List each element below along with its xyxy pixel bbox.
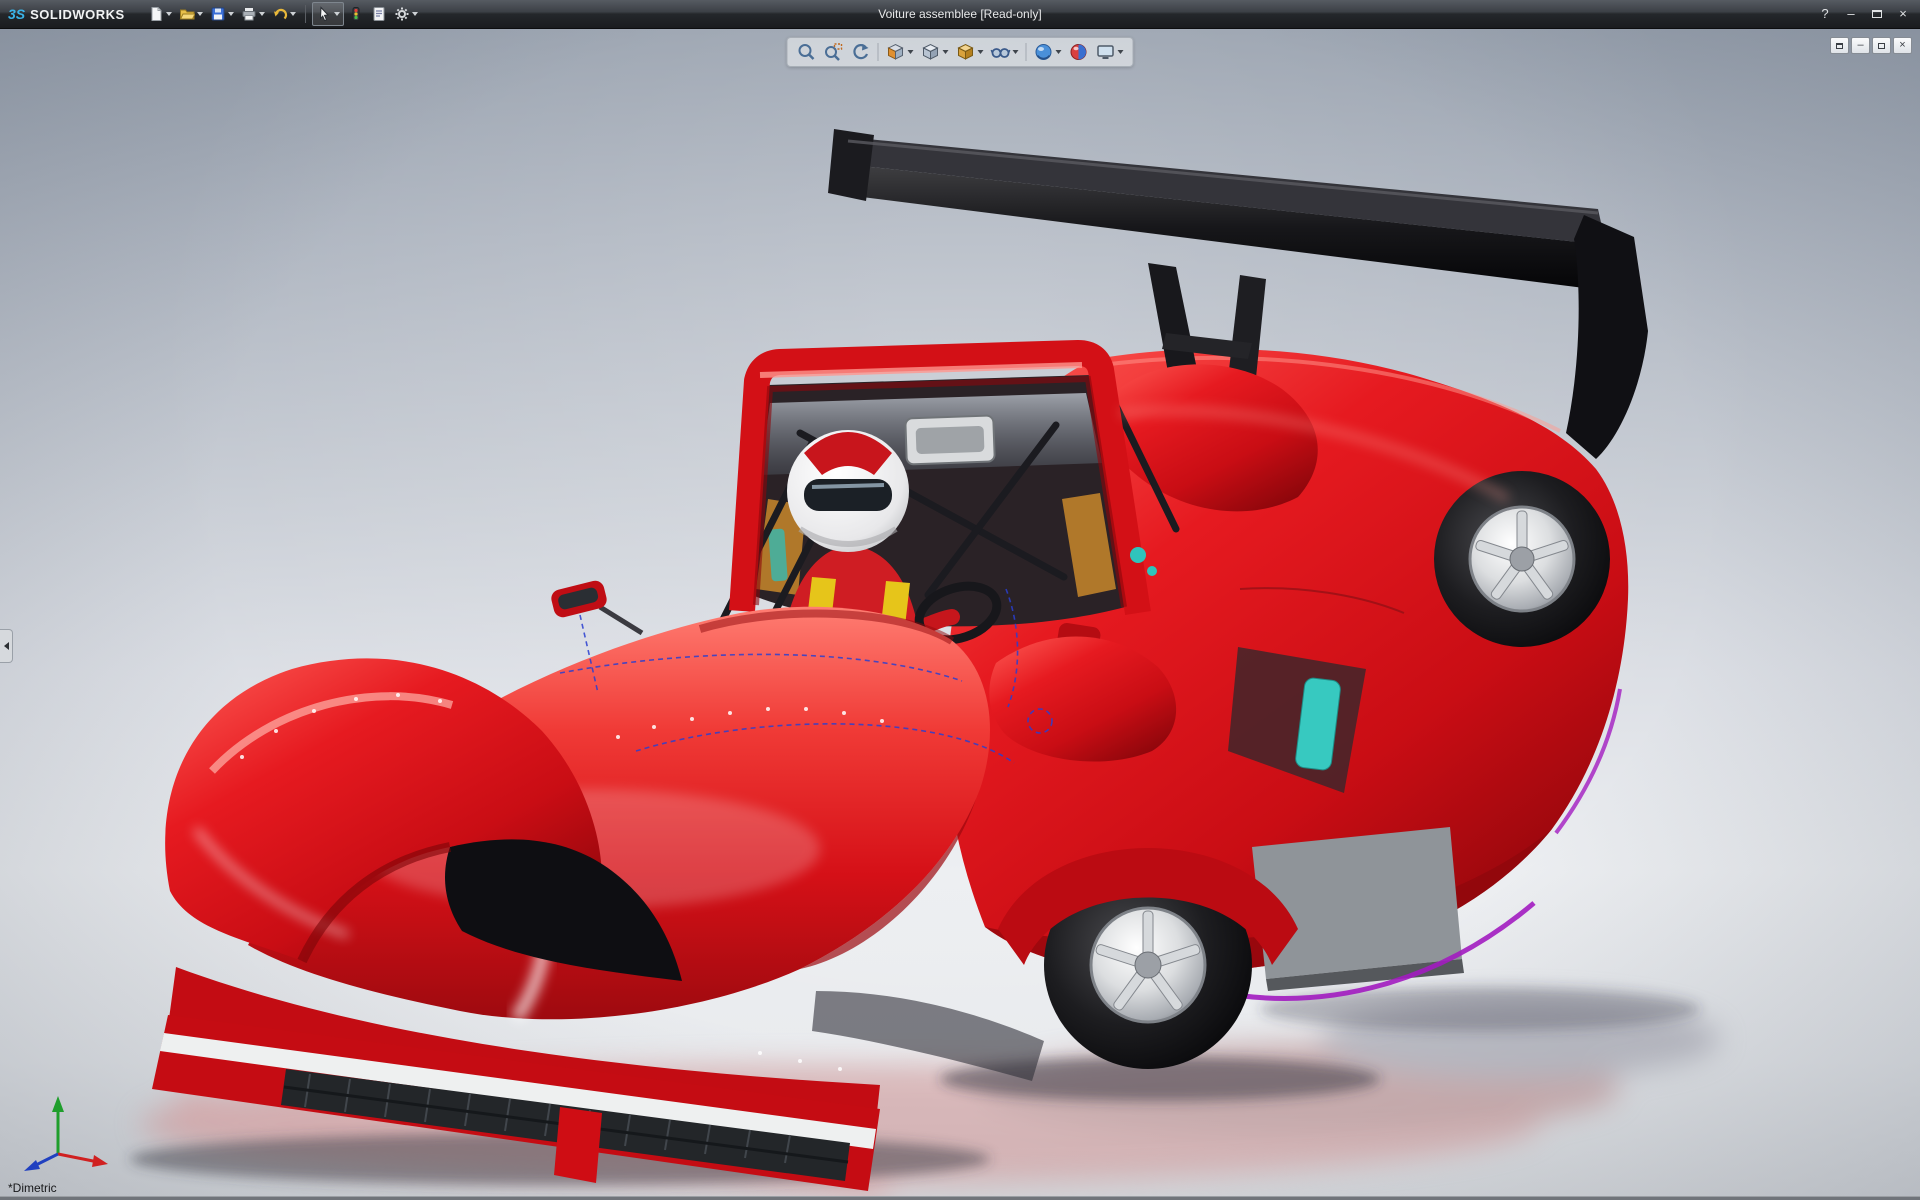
print-icon <box>241 6 257 22</box>
edit-appearance-ball-icon <box>1069 42 1089 62</box>
previous-view-icon <box>851 42 871 62</box>
zoom-to-fit-icon <box>797 42 817 62</box>
3d-scene-race-car[interactable] <box>0 29 1920 1200</box>
restore-button[interactable] <box>1868 5 1886 23</box>
rebuild-traffic-light-icon <box>348 6 364 22</box>
view-orientation-label: *Dimetric <box>8 1181 57 1195</box>
undo-button[interactable] <box>269 2 299 26</box>
wing-right-endplate <box>1566 215 1648 459</box>
solidworks-window: 3S SOLIDWORKS <box>0 0 1920 1200</box>
dropdown-arrow-icon[interactable] <box>290 12 296 16</box>
new-document-icon <box>148 6 164 22</box>
side-sill-panel <box>1252 827 1462 979</box>
file-properties-icon <box>371 6 387 22</box>
undo-arrow-icon <box>272 6 288 22</box>
dropdown-arrow-icon[interactable] <box>978 50 984 54</box>
section-view-icon <box>886 42 906 62</box>
edit-appearance-button[interactable] <box>1066 39 1092 65</box>
apply-scene-sphere-icon <box>1034 42 1054 62</box>
teal-accent-dot <box>1147 566 1157 576</box>
hide-show-items-glasses-icon <box>991 42 1011 62</box>
dock-icon <box>1836 43 1843 49</box>
dropdown-arrow-icon[interactable] <box>334 12 340 16</box>
teal-accent-dot <box>1130 547 1146 563</box>
apply-scene-button[interactable] <box>1031 39 1065 65</box>
doc-dock-button[interactable] <box>1830 37 1849 54</box>
view-orientation-button[interactable] <box>918 39 952 65</box>
options-gear-icon <box>394 6 410 22</box>
zoom-to-area-button[interactable] <box>821 39 847 65</box>
toolbar-separator <box>878 43 879 61</box>
new-document-button[interactable] <box>145 2 175 26</box>
main-toolbar <box>145 2 421 26</box>
select-cursor-icon <box>316 6 332 22</box>
dropdown-arrow-icon[interactable] <box>1118 50 1124 54</box>
windshield-intake-box <box>905 415 995 464</box>
dassault-3ds-logo-icon: 3S <box>8 6 25 22</box>
hide-show-items-button[interactable] <box>988 39 1022 65</box>
view-settings-icon <box>1096 42 1116 62</box>
doc-close-button[interactable]: × <box>1893 37 1912 54</box>
previous-view-button[interactable] <box>848 39 874 65</box>
restore-icon <box>1878 43 1885 49</box>
dropdown-arrow-icon[interactable] <box>412 12 418 16</box>
left-mirror <box>549 579 642 633</box>
dropdown-arrow-icon[interactable] <box>1056 50 1062 54</box>
heads-up-view-toolbar <box>787 37 1134 67</box>
select-button[interactable] <box>312 2 344 26</box>
dropdown-arrow-icon[interactable] <box>228 12 234 16</box>
print-button[interactable] <box>238 2 268 26</box>
display-style-button[interactable] <box>953 39 987 65</box>
dropdown-arrow-icon[interactable] <box>197 12 203 16</box>
toolbar-separator <box>1026 43 1027 61</box>
document-window-controls: – × <box>1830 37 1912 54</box>
help-button[interactable]: ? <box>1816 5 1834 23</box>
save-button[interactable] <box>207 2 237 26</box>
close-button[interactable]: × <box>1894 5 1912 23</box>
brand-name: SOLIDWORKS <box>30 7 125 22</box>
dropdown-arrow-icon[interactable] <box>259 12 265 16</box>
dropdown-arrow-icon[interactable] <box>1013 50 1019 54</box>
display-style-icon <box>956 42 976 62</box>
titlebar: 3S SOLIDWORKS <box>0 0 1920 29</box>
solidworks-brand: 3S SOLIDWORKS <box>8 6 125 22</box>
zoom-to-area-icon <box>824 42 844 62</box>
dropdown-arrow-icon[interactable] <box>166 12 172 16</box>
toolbar-separator <box>305 5 306 23</box>
zoom-to-fit-button[interactable] <box>794 39 820 65</box>
view-settings-button[interactable] <box>1093 39 1127 65</box>
window-controls: ? – × <box>1816 5 1912 23</box>
minimize-button[interactable]: – <box>1842 5 1860 23</box>
orientation-triad <box>18 1088 114 1176</box>
save-floppy-icon <box>210 6 226 22</box>
file-properties-button[interactable] <box>368 2 390 26</box>
graphics-viewport[interactable]: – × *Dimetric <box>0 29 1920 1200</box>
chevron-left-icon <box>4 642 9 650</box>
section-view-button[interactable] <box>883 39 917 65</box>
doc-restore-button[interactable] <box>1872 37 1891 54</box>
open-folder-icon <box>179 6 195 22</box>
view-orientation-cube-icon <box>921 42 941 62</box>
bottom-edge-strip <box>0 1196 1920 1200</box>
doc-minimize-button[interactable]: – <box>1851 37 1870 54</box>
dropdown-arrow-icon[interactable] <box>943 50 949 54</box>
rebuild-button[interactable] <box>345 2 367 26</box>
options-button[interactable] <box>391 2 421 26</box>
dropdown-arrow-icon[interactable] <box>908 50 914 54</box>
window-title: Voiture assemblee [Read-only] <box>878 7 1041 21</box>
splitter-pylon <box>554 1107 602 1183</box>
restore-icon <box>1872 10 1882 18</box>
open-button[interactable] <box>176 2 206 26</box>
feature-manager-collapsed-tab[interactable] <box>0 629 13 663</box>
